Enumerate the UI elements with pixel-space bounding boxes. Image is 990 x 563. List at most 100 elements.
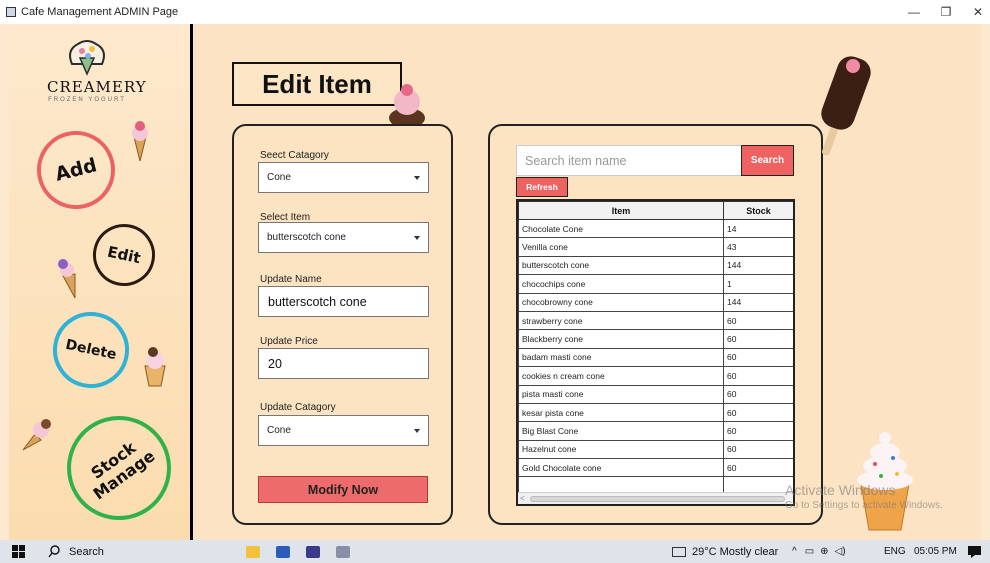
stock-cell[interactable]: 60: [723, 458, 793, 478]
edit-button[interactable]: Edit: [87, 218, 161, 292]
item-name-cell[interactable]: cookies n cream cone: [518, 366, 724, 386]
search-input[interactable]: Search item name: [516, 145, 742, 176]
table-row[interactable]: chocobrowny cone 144: [518, 292, 793, 312]
notification-icon[interactable]: [968, 540, 981, 563]
stock-cell[interactable]: 60: [723, 347, 793, 368]
table-row[interactable]: cookies n cream cone 60: [518, 366, 793, 386]
ice-cream-cone-icon: [132, 121, 148, 162]
item-name-cell[interactable]: chocobrowny cone: [518, 292, 724, 312]
search-button[interactable]: Search: [741, 145, 794, 176]
delete-button[interactable]: Delete: [45, 304, 137, 396]
update-name-input[interactable]: butterscotch cone: [258, 286, 429, 317]
app-window: CREAMERY FROZEN YOGURT Add Edit Delete S…: [9, 24, 981, 540]
items-table-container[interactable]: Item Stock Chocolate Cone 14 Venilla cone 4…: [516, 199, 795, 506]
chevron-up-icon[interactable]: ^: [792, 546, 797, 557]
stock-cell[interactable]: 60: [723, 366, 793, 386]
item-name-cell[interactable]: strawberry cone: [518, 310, 724, 331]
item-name-cell[interactable]: Big Blast Cone: [518, 421, 724, 441]
item-select[interactable]: butterscotch cone: [258, 222, 429, 253]
table-row[interactable]: Hazelnut cone 60: [518, 439, 793, 460]
word-app-icon[interactable]: [276, 540, 290, 563]
chevron-down-icon: [414, 176, 420, 180]
refresh-button[interactable]: Refresh: [516, 177, 568, 197]
ice-cream-logo-icon: [62, 36, 112, 76]
app-window-icon: [6, 7, 16, 17]
table-row[interactable]: Big Blast Cone 60: [518, 421, 793, 441]
item-name-cell[interactable]: Gold Chocolate cone: [518, 458, 724, 478]
activate-windows-watermark: Activate Windows Go to Settings to activ…: [785, 482, 943, 511]
stock-manage-button[interactable]: Stock Manage: [46, 395, 192, 540]
item-name-cell[interactable]: chocochips cone: [518, 274, 724, 294]
table-row[interactable]: butterscotch cone 144: [518, 255, 793, 276]
sidebar-divider: [190, 24, 193, 540]
file-explorer-icon[interactable]: [246, 540, 260, 563]
column-header-stock[interactable]: Stock: [723, 201, 793, 220]
item-name-cell[interactable]: Venilla cone: [518, 237, 724, 257]
taskbar: Search 29°C Mostly clear ^ ▭ ⊕ ◁) ENG 05…: [0, 540, 990, 563]
update-price-input[interactable]: 20: [258, 348, 429, 379]
windows-start-icon[interactable]: [12, 540, 25, 563]
maximize-button[interactable]: ❐: [930, 0, 962, 24]
window-title: Cafe Management ADMIN Page: [21, 6, 179, 18]
close-button[interactable]: ✕: [962, 0, 990, 24]
sidebar: CREAMERY FROZEN YOGURT Add Edit Delete S…: [9, 24, 192, 540]
modify-now-button[interactable]: Modify Now: [258, 476, 428, 503]
stock-cell[interactable]: 60: [723, 439, 793, 460]
category-select[interactable]: Cone: [258, 162, 429, 193]
language-indicator[interactable]: ENG: [884, 540, 906, 563]
table-row[interactable]: kesar pista cone 60: [518, 402, 793, 423]
item-name-cell[interactable]: badam masti cone: [518, 347, 724, 368]
stock-cell[interactable]: 14: [723, 218, 793, 239]
system-tray-icons[interactable]: ^ ▭ ⊕ ◁): [792, 540, 846, 563]
app-icon[interactable]: [336, 540, 350, 563]
app-icon[interactable]: [306, 540, 320, 563]
item-name-cell[interactable]: Blackberry cone: [518, 329, 724, 349]
stock-cell[interactable]: 1: [723, 274, 793, 294]
chevron-down-icon: [414, 429, 420, 433]
ice-cream-cup-icon: [144, 347, 166, 387]
table-row[interactable]: strawberry cone 60: [518, 310, 793, 331]
weather-text: 29°C Mostly clear: [692, 545, 779, 558]
scrollbar-thumb[interactable]: [530, 496, 785, 502]
stock-cell[interactable]: 60: [723, 421, 793, 441]
stock-cell[interactable]: 60: [723, 329, 793, 349]
item-name-cell[interactable]: Chocolate Cone: [518, 218, 724, 239]
taskbar-search[interactable]: Search: [48, 540, 104, 563]
stock-cell[interactable]: 60: [723, 402, 793, 423]
update-category-value: Cone: [267, 425, 291, 436]
creamery-logo: CREAMERY FROZEN YOGURT: [47, 36, 147, 103]
table-row[interactable]: badam masti cone 60: [518, 347, 793, 368]
item-name-cell[interactable]: Hazelnut cone: [518, 439, 724, 460]
add-button[interactable]: Add: [28, 122, 124, 218]
update-category-label: Update Catagory: [260, 402, 336, 413]
stock-cell[interactable]: 60: [723, 384, 793, 404]
stock-cell[interactable]: 144: [723, 292, 793, 312]
logo-text: CREAMERY: [47, 78, 147, 96]
column-header-item[interactable]: Item: [518, 201, 724, 220]
item-name-cell[interactable]: pista masti cone: [518, 384, 724, 404]
item-name-cell[interactable]: kesar pista cone: [518, 402, 724, 423]
edit-form-panel: Seect Catagory Cone Select Item buttersc…: [232, 124, 453, 525]
item-name-cell[interactable]: butterscotch cone: [518, 255, 724, 276]
horizontal-scrollbar[interactable]: <: [518, 492, 793, 504]
table-row[interactable]: Gold Chocolate cone 60: [518, 458, 793, 478]
volume-icon[interactable]: ◁): [835, 546, 846, 557]
stock-cell[interactable]: 43: [723, 237, 793, 257]
stock-cell[interactable]: 144: [723, 255, 793, 276]
category-select-value: Cone: [267, 172, 291, 183]
table-row[interactable]: Venilla cone 43: [518, 237, 793, 257]
table-row[interactable]: chocochips cone 1: [518, 274, 793, 294]
minimize-button[interactable]: —: [898, 0, 930, 24]
select-category-label: Seect Catagory: [260, 150, 329, 161]
clock[interactable]: 05:05 PM: [914, 540, 957, 563]
scroll-left-icon[interactable]: <: [520, 494, 525, 503]
table-row[interactable]: Chocolate Cone 14: [518, 218, 793, 239]
weather-widget[interactable]: 29°C Mostly clear: [672, 540, 778, 563]
update-category-select[interactable]: Cone: [258, 415, 429, 446]
table-row[interactable]: pista masti cone 60: [518, 384, 793, 404]
stock-cell[interactable]: 60: [723, 310, 793, 331]
globe-icon[interactable]: ⊕: [820, 546, 828, 557]
network-icon[interactable]: ▭: [805, 546, 814, 557]
logo-subtitle: FROZEN YOGURT: [48, 97, 126, 103]
table-row[interactable]: Blackberry cone 60: [518, 329, 793, 349]
